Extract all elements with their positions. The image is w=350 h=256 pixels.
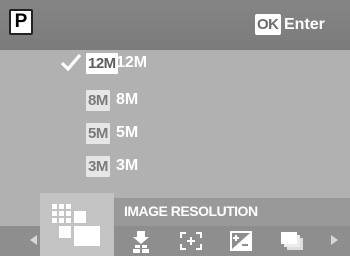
scroll-left-arrow-icon[interactable]: [30, 235, 37, 245]
top-bar: P OK Enter: [0, 0, 350, 50]
resolution-label: 3M: [116, 157, 139, 174]
resolution-option-5m[interactable]: 5M 5M: [0, 118, 350, 148]
ok-button-icon[interactable]: OK: [255, 14, 281, 35]
resolution-option-12m[interactable]: 12M 12M: [0, 48, 350, 78]
resolution-label: 12M: [116, 54, 148, 71]
resolution-option-8m[interactable]: 8M 8M: [0, 85, 350, 115]
mode-badge: P: [9, 9, 33, 35]
focus-area-icon[interactable]: [180, 232, 202, 250]
image-quality-icon[interactable]: [131, 231, 151, 253]
menu-title: IMAGE RESOLUTION: [124, 203, 258, 219]
camera-menu-screen: P OK Enter 12M 12M 8M 8M 5M 5M 3M 3M IMA…: [0, 0, 350, 256]
ok-action-label: Enter: [284, 16, 325, 33]
checkmark-icon: [60, 53, 82, 72]
resolution-label: 5M: [116, 124, 139, 141]
resolution-size-icon: 12M: [86, 53, 118, 74]
resolution-size-icon: 8M: [86, 90, 110, 111]
exposure-compensation-icon[interactable]: [230, 231, 252, 251]
image-resolution-icon[interactable]: [52, 204, 102, 248]
resolution-size-icon: 3M: [86, 156, 110, 177]
resolution-label: 8M: [116, 91, 139, 108]
resolution-size-icon: 5M: [86, 123, 110, 144]
resolution-option-3m[interactable]: 3M 3M: [0, 151, 350, 181]
drive-mode-icon[interactable]: [280, 231, 304, 251]
scroll-right-arrow-icon[interactable]: [331, 235, 338, 245]
